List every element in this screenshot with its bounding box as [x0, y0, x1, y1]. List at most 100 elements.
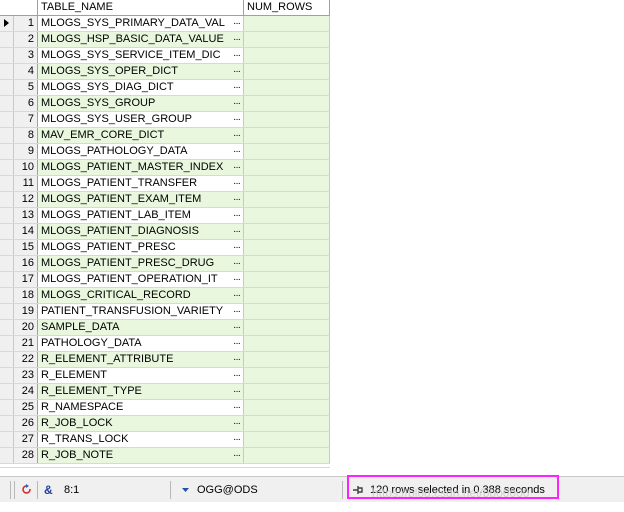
table-row[interactable]: 4 MLOGS_SYS_OPER_DICT ··· — [0, 64, 330, 80]
table-name-cell[interactable]: MLOGS_SYS_SERVICE_ITEM_DIC — [38, 48, 230, 63]
row-selector[interactable] — [0, 144, 14, 159]
row-selector[interactable] — [0, 32, 14, 47]
table-name-cell[interactable]: MLOGS_SYS_USER_GROUP — [38, 112, 230, 127]
table-row[interactable]: 27 R_TRANS_LOCK ··· — [0, 432, 330, 448]
row-selector[interactable] — [0, 224, 14, 239]
table-name-cell[interactable]: MLOGS_PATIENT_DIAGNOSIS — [38, 224, 230, 239]
table-row[interactable]: 14 MLOGS_PATIENT_DIAGNOSIS ··· — [0, 224, 330, 240]
table-row[interactable]: 25 R_NAMESPACE ··· — [0, 400, 330, 416]
table-row[interactable]: 26 R_JOB_LOCK ··· — [0, 416, 330, 432]
num-rows-cell[interactable] — [244, 112, 330, 127]
table-name-cell[interactable]: R_JOB_LOCK — [38, 416, 230, 431]
table-name-cell[interactable]: MLOGS_PATIENT_MASTER_INDEX — [38, 160, 230, 175]
cell-editor-button[interactable]: ··· — [230, 272, 244, 287]
cell-editor-button[interactable]: ··· — [230, 208, 244, 223]
table-name-cell[interactable]: MLOGS_PATIENT_TRANSFER — [38, 176, 230, 191]
row-selector[interactable] — [0, 384, 14, 399]
cell-editor-button[interactable]: ··· — [230, 160, 244, 175]
num-rows-cell[interactable] — [244, 320, 330, 335]
table-row[interactable]: 13 MLOGS_PATIENT_LAB_ITEM ··· — [0, 208, 330, 224]
table-name-cell[interactable]: MLOGS_SYS_DIAG_DICT — [38, 80, 230, 95]
num-rows-cell[interactable] — [244, 16, 330, 31]
num-rows-cell[interactable] — [244, 288, 330, 303]
cell-editor-button[interactable]: ··· — [230, 256, 244, 271]
table-name-cell[interactable]: R_JOB_NOTE — [38, 448, 230, 463]
cell-editor-button[interactable]: ··· — [230, 32, 244, 47]
table-row[interactable]: 5 MLOGS_SYS_DIAG_DICT ··· — [0, 80, 330, 96]
num-rows-cell[interactable] — [244, 304, 330, 319]
table-name-cell[interactable]: MLOGS_PATIENT_EXAM_ITEM — [38, 192, 230, 207]
row-selector[interactable] — [0, 400, 14, 415]
num-rows-cell[interactable] — [244, 432, 330, 447]
row-selector[interactable] — [0, 256, 14, 271]
row-selector[interactable] — [0, 272, 14, 287]
row-selector[interactable] — [0, 448, 14, 463]
table-name-cell[interactable]: MLOGS_PATHOLOGY_DATA — [38, 144, 230, 159]
table-row[interactable]: 17 MLOGS_PATIENT_OPERATION_IT ··· — [0, 272, 330, 288]
cell-editor-button[interactable]: ··· — [230, 336, 244, 351]
row-selector[interactable] — [0, 48, 14, 63]
num-rows-cell[interactable] — [244, 160, 330, 175]
cell-editor-button[interactable]: ··· — [230, 432, 244, 447]
table-name-cell[interactable]: MLOGS_CRITICAL_RECORD — [38, 288, 230, 303]
row-selector[interactable] — [0, 128, 14, 143]
cell-editor-button[interactable]: ··· — [230, 416, 244, 431]
table-name-cell[interactable]: MLOGS_SYS_GROUP — [38, 96, 230, 111]
table-row[interactable]: 11 MLOGS_PATIENT_TRANSFER ··· — [0, 176, 330, 192]
column-header-table-name[interactable]: TABLE_NAME — [38, 0, 244, 15]
num-rows-cell[interactable] — [244, 416, 330, 431]
num-rows-cell[interactable] — [244, 384, 330, 399]
connection-label[interactable]: OGG@ODS — [197, 477, 258, 503]
result-grid[interactable]: TABLE_NAME NUM_ROWS 1 MLOGS_SYS_PRIMARY_D… — [0, 0, 330, 468]
num-rows-cell[interactable] — [244, 336, 330, 351]
table-name-cell[interactable]: MLOGS_PATIENT_PRESC_DRUG — [38, 256, 230, 271]
table-row[interactable]: 2 MLOGS_HSP_BASIC_DATA_VALUE ··· — [0, 32, 330, 48]
row-selector[interactable] — [0, 352, 14, 367]
table-row[interactable]: 21 PATHOLOGY_DATA ··· — [0, 336, 330, 352]
table-name-cell[interactable]: MLOGS_PATIENT_PRESC — [38, 240, 230, 255]
cell-editor-button[interactable]: ··· — [230, 304, 244, 319]
table-name-cell[interactable]: PATIENT_TRANSFUSION_VARIETY — [38, 304, 230, 319]
table-name-cell[interactable]: MAV_EMR_CORE_DICT — [38, 128, 230, 143]
row-selector[interactable] — [0, 288, 14, 303]
cell-editor-button[interactable]: ··· — [230, 144, 244, 159]
table-name-cell[interactable]: SAMPLE_DATA — [38, 320, 230, 335]
table-name-cell[interactable]: MLOGS_PATIENT_LAB_ITEM — [38, 208, 230, 223]
table-name-cell[interactable]: R_ELEMENT — [38, 368, 230, 383]
table-name-cell[interactable]: R_TRANS_LOCK — [38, 432, 230, 447]
num-rows-cell[interactable] — [244, 224, 330, 239]
table-name-cell[interactable]: MLOGS_SYS_OPER_DICT — [38, 64, 230, 79]
cell-editor-button[interactable]: ··· — [230, 48, 244, 63]
row-selector[interactable] — [0, 208, 14, 223]
num-rows-cell[interactable] — [244, 400, 330, 415]
cell-editor-button[interactable]: ··· — [230, 112, 244, 127]
row-selector[interactable] — [0, 240, 14, 255]
num-rows-cell[interactable] — [244, 368, 330, 383]
cell-editor-button[interactable]: ··· — [230, 128, 244, 143]
dropdown-arrow-icon[interactable] — [181, 477, 190, 503]
row-number-header[interactable] — [0, 0, 38, 15]
num-rows-cell[interactable] — [244, 240, 330, 255]
table-row[interactable]: 23 R_ELEMENT ··· — [0, 368, 330, 384]
cell-editor-button[interactable]: ··· — [230, 240, 244, 255]
table-row[interactable]: 24 R_ELEMENT_TYPE ··· — [0, 384, 330, 400]
table-row[interactable]: 28 R_JOB_NOTE ··· — [0, 448, 330, 464]
table-row[interactable]: 12 MLOGS_PATIENT_EXAM_ITEM ··· — [0, 192, 330, 208]
cell-editor-button[interactable]: ··· — [230, 16, 244, 31]
table-row[interactable]: 18 MLOGS_CRITICAL_RECORD ··· — [0, 288, 330, 304]
table-row[interactable]: 7 MLOGS_SYS_USER_GROUP ··· — [0, 112, 330, 128]
cell-editor-button[interactable]: ··· — [230, 288, 244, 303]
cell-editor-button[interactable]: ··· — [230, 192, 244, 207]
num-rows-cell[interactable] — [244, 208, 330, 223]
num-rows-cell[interactable] — [244, 272, 330, 287]
table-row[interactable]: 10 MLOGS_PATIENT_MASTER_INDEX ··· — [0, 160, 330, 176]
row-selector[interactable] — [0, 96, 14, 111]
num-rows-cell[interactable] — [244, 128, 330, 143]
num-rows-cell[interactable] — [244, 80, 330, 95]
table-row[interactable]: 6 MLOGS_SYS_GROUP ··· — [0, 96, 330, 112]
cell-editor-button[interactable]: ··· — [230, 368, 244, 383]
num-rows-cell[interactable] — [244, 144, 330, 159]
table-name-cell[interactable]: R_NAMESPACE — [38, 400, 230, 415]
table-row[interactable]: 16 MLOGS_PATIENT_PRESC_DRUG ··· — [0, 256, 330, 272]
table-name-cell[interactable]: MLOGS_SYS_PRIMARY_DATA_VAL — [38, 16, 230, 31]
